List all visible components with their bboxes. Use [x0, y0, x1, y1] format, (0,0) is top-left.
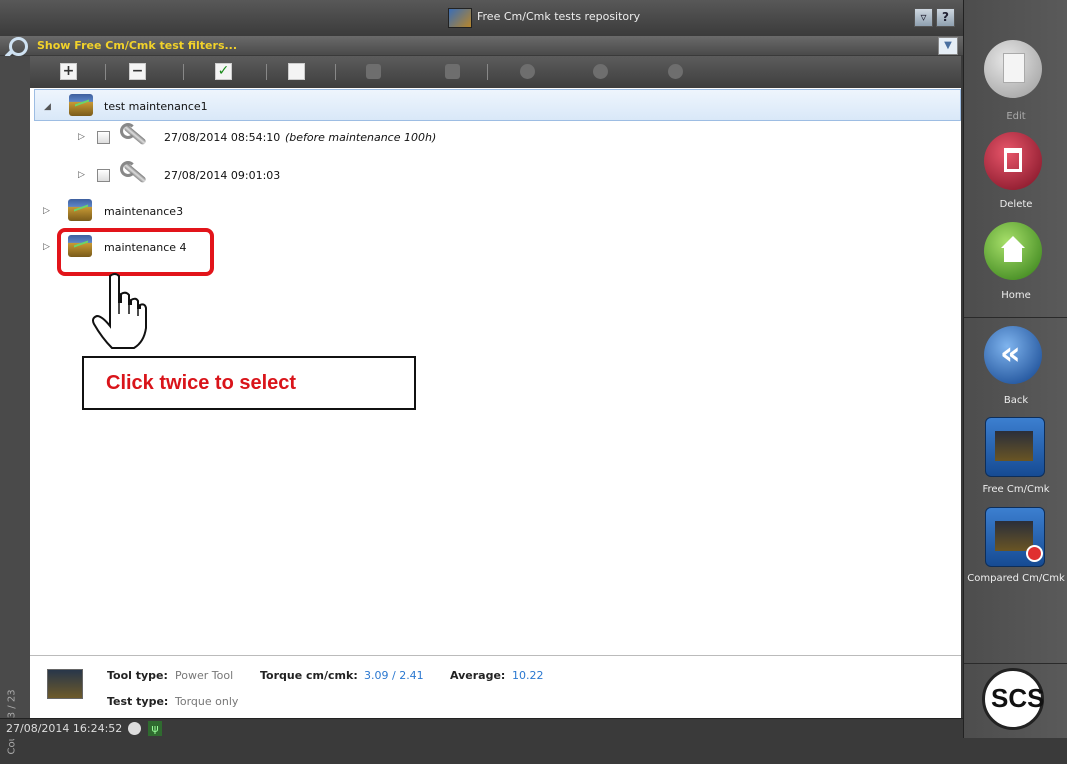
window-title: Free Cm/Cmk tests repository	[477, 10, 641, 23]
tool-type-label: Tool type:	[107, 669, 168, 682]
scs-logo: SCS	[982, 668, 1044, 730]
average-label: Average:	[450, 669, 506, 682]
divider	[266, 64, 267, 80]
divider	[964, 663, 1067, 664]
edit-button[interactable]	[984, 40, 1042, 98]
node-label: maintenance3	[104, 205, 184, 218]
node-label: test maintenance1	[104, 100, 208, 113]
tree-toolbar: + − ✓	[30, 56, 961, 88]
delete-button[interactable]	[984, 132, 1042, 190]
home-label: Home	[1001, 290, 1031, 301]
torque-label: Torque cm/cmk:	[260, 669, 358, 682]
divider	[964, 317, 1067, 318]
instruction-callout: Click twice to select	[82, 356, 416, 410]
tool-icon[interactable]	[366, 64, 381, 79]
expand-arrow-icon[interactable]: ▷	[78, 170, 85, 180]
divider	[105, 64, 106, 80]
filter-icon[interactable]: ▿	[914, 8, 933, 27]
tool-type-value: Power Tool	[175, 669, 234, 682]
home-icon-base	[1004, 248, 1022, 262]
tree-node-test-maintenance1[interactable]: ◢ test maintenance1	[34, 89, 961, 121]
callout-text: Click twice to select	[106, 372, 297, 394]
check-all-button[interactable]: ✓	[215, 63, 232, 80]
bluetooth-icon	[128, 722, 141, 735]
app-icon	[448, 8, 472, 28]
collapse-arrow-icon[interactable]: ◢	[44, 102, 51, 112]
average-value: 10.22	[512, 669, 544, 682]
test-folder-icon	[69, 94, 93, 116]
compared-cmcmk-label: Compared Cm/Cmk	[967, 573, 1065, 584]
tree-node-test-2[interactable]: ▷ 27/08/2014 09:01:03	[30, 161, 961, 187]
test-note: (before maintenance 100h)	[285, 131, 437, 144]
home-icon	[1001, 236, 1025, 248]
test-folder-icon	[68, 199, 92, 221]
export-icon[interactable]	[668, 64, 683, 79]
compare-badge-icon	[1026, 545, 1043, 562]
test-datetime: 27/08/2014 09:01:03	[164, 169, 281, 182]
document-icon	[1003, 53, 1025, 83]
expand-arrow-icon[interactable]: ▷	[43, 242, 50, 252]
tree-node-maintenance3[interactable]: ▷ maintenance3	[30, 199, 961, 223]
test-datetime: 27/08/2014 08:54:10	[164, 131, 281, 144]
chart-thumbnail-icon	[47, 669, 83, 699]
home-button[interactable]	[984, 222, 1042, 280]
highlight-box	[57, 228, 214, 276]
back-label: Back	[1003, 395, 1029, 406]
free-cmcmk-button[interactable]	[985, 417, 1045, 477]
search-icon[interactable]	[593, 64, 608, 79]
chevron-down-icon[interactable]: ▼	[938, 37, 958, 55]
test-checkbox[interactable]	[97, 169, 110, 182]
wrench-icon	[118, 121, 150, 147]
filter-bar[interactable]: Show Free Cm/Cmk test filters... ▼	[0, 36, 963, 56]
divider	[487, 64, 488, 80]
free-cmcmk-label: Free Cm/Cmk	[982, 484, 1050, 495]
trash-icon	[1004, 148, 1022, 172]
status-datetime: 27/08/2014 16:24:52	[6, 722, 123, 735]
expand-arrow-icon[interactable]: ▷	[43, 206, 50, 216]
left-strip: Count: 3 / 23	[0, 56, 30, 755]
right-action-panel: Edit Delete Home « Back Free Cm/Cmk Comp…	[963, 0, 1067, 738]
double-chevron-left-icon: «	[1000, 334, 1021, 372]
title-bar: Free Cm/Cmk tests repository ▿ ?	[0, 0, 963, 37]
back-button[interactable]: «	[984, 326, 1042, 384]
group-icon[interactable]	[445, 64, 460, 79]
test-checkbox[interactable]	[97, 131, 110, 144]
expand-arrow-icon[interactable]: ▷	[78, 132, 85, 142]
usb-icon: ψ	[148, 721, 162, 736]
search-icon	[9, 37, 28, 56]
divider	[183, 64, 184, 80]
expand-all-button[interactable]: +	[60, 63, 77, 80]
wrench-icon	[118, 159, 150, 185]
edit-label: Edit	[1006, 111, 1026, 122]
test-type-value: Torque only	[175, 695, 239, 708]
delete-label: Delete	[999, 199, 1033, 210]
world-icon[interactable]	[520, 64, 535, 79]
torque-value: 3.09 / 2.41	[364, 669, 424, 682]
compared-cmcmk-button[interactable]	[985, 507, 1045, 567]
show-filters-link[interactable]: Show Free Cm/Cmk test filters...	[37, 39, 237, 52]
selection-info-panel: Tool type: Power Tool Torque cm/cmk: 3.0…	[30, 655, 961, 718]
uncheck-all-button[interactable]	[288, 63, 305, 80]
status-bar: 27/08/2014 16:24:52 ψ	[0, 718, 963, 739]
hand-pointer-icon	[92, 273, 147, 349]
test-type-label: Test type:	[107, 695, 169, 708]
divider	[335, 64, 336, 80]
help-icon[interactable]: ?	[936, 8, 955, 27]
collapse-all-button[interactable]: −	[129, 63, 146, 80]
tree-node-test-1[interactable]: ▷ 27/08/2014 08:54:10 (before maintenanc…	[30, 123, 961, 149]
